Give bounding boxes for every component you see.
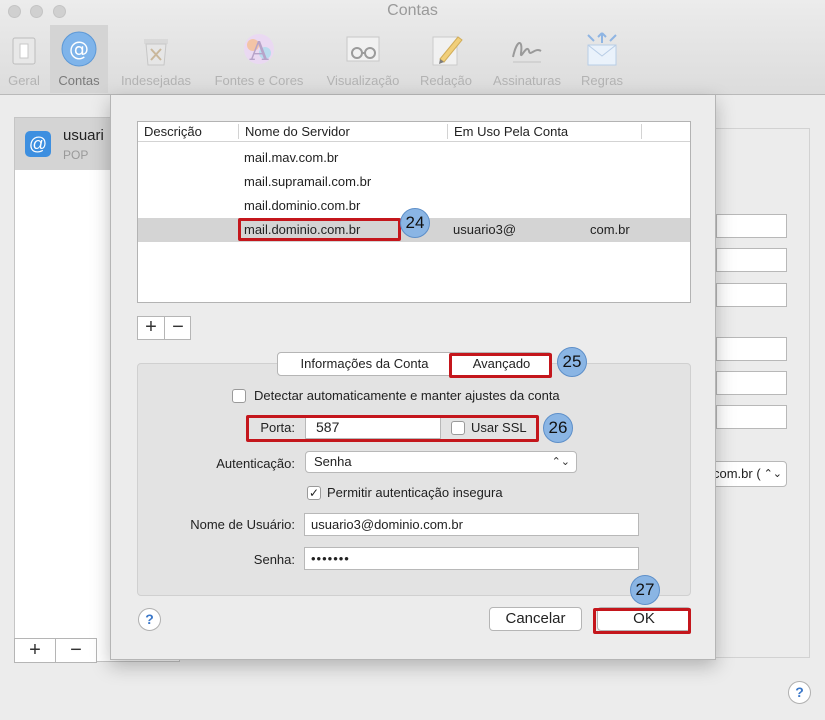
switch-icon [12, 37, 36, 65]
account-field[interactable] [716, 214, 787, 238]
pencil-icon [432, 36, 463, 66]
highlight-server-row [238, 218, 401, 241]
annotation-badge-24: 24 [400, 208, 430, 238]
account-field[interactable] [716, 405, 787, 429]
annotation-badge-25: 25 [557, 347, 587, 377]
table-row[interactable]: mail.supramail.com.br [138, 170, 690, 194]
remove-account-button[interactable]: − [55, 638, 97, 663]
select-arrows-icon: ⌃⌄ [551, 456, 570, 468]
toolbar-label: Contas [58, 73, 100, 88]
toolbar-label: Visualização [326, 73, 400, 88]
highlight-port-row [246, 415, 539, 442]
at-sign-icon: @ [25, 131, 51, 157]
password-label: Senha: [253, 552, 295, 567]
highlight-ok-button [593, 608, 691, 634]
toolbar-fontes-cores[interactable]: A Fontes e Cores [206, 25, 312, 93]
signature-icon [512, 42, 542, 63]
toolbar-visualizacao[interactable]: Visualização [318, 25, 408, 93]
add-account-button[interactable]: + [14, 638, 56, 663]
prefs-help-button[interactable]: ? [788, 681, 811, 704]
annotation-badge-26: 26 [543, 413, 573, 443]
column-header-description[interactable]: Descrição [144, 124, 202, 139]
window-title: Contas [387, 2, 438, 19]
toolbar-label: Assinaturas [493, 73, 561, 88]
account-type: POP [63, 148, 89, 162]
authentication-value: Senha [314, 454, 352, 469]
add-server-button[interactable]: + [138, 317, 164, 339]
cancel-button[interactable]: Cancelar [489, 607, 582, 631]
toolbar-label: Fontes e Cores [214, 73, 304, 88]
table-row[interactable]: mail.mav.com.br [138, 146, 690, 170]
svg-text:A: A [249, 37, 270, 67]
fonts-colors-icon: A [244, 34, 274, 67]
toolbar-label: Redação [419, 73, 473, 88]
toolbar-assinaturas[interactable]: Assinaturas [484, 25, 570, 93]
account-in-use-suffix: com.br [590, 222, 630, 237]
column-divider [447, 124, 448, 139]
account-name: usuari [63, 127, 104, 144]
authentication-select[interactable]: Senha ⌃⌄ [305, 451, 577, 473]
username-input[interactable]: usuario3@dominio.com.br [304, 513, 639, 536]
title-bar: Contas Geral @ Contas Indesejadas A Font… [0, 0, 825, 95]
auto-detect-label: Detectar automaticamente e manter ajuste… [254, 388, 560, 403]
account-field[interactable] [716, 283, 787, 307]
toolbar-redacao[interactable]: Redação [414, 25, 478, 93]
password-input[interactable]: ••••••• [304, 547, 639, 570]
server-list-buttons: + − [137, 316, 191, 340]
tab-account-info[interactable]: Informações da Conta [277, 352, 452, 376]
toolbar-regras[interactable]: Regras [574, 25, 630, 93]
account-in-use-prefix: usuario3@ [453, 222, 517, 237]
smtp-server-value: com.br ( [713, 466, 761, 481]
server-name: mail.supramail.com.br [244, 174, 372, 189]
at-sign-icon: @ [61, 31, 97, 67]
svg-text:@: @ [69, 37, 89, 61]
column-divider [641, 124, 642, 139]
account-field[interactable] [716, 371, 787, 395]
toolbar-label: Regras [581, 73, 623, 88]
auto-detect-checkbox[interactable] [232, 389, 246, 403]
account-field[interactable] [716, 248, 787, 272]
annotation-badge-27: 27 [630, 575, 660, 605]
highlight-advanced-tab [449, 353, 552, 378]
server-name: mail.dominio.com.br [244, 198, 361, 213]
toolbar-label: Indesejadas [120, 73, 192, 88]
username-label: Nome de Usuário: [190, 517, 295, 532]
toolbar-label: Geral [8, 73, 40, 88]
remove-server-button[interactable]: − [165, 317, 191, 339]
smtp-server-sheet: Descrição Nome do Servidor Em Uso Pela C… [110, 95, 716, 660]
server-name: mail.mav.com.br [244, 150, 339, 165]
toolbar-geral[interactable]: Geral [2, 25, 46, 93]
column-divider [238, 124, 239, 139]
table-header: Descrição Nome do Servidor Em Uso Pela C… [138, 122, 690, 142]
allow-insecure-label: Permitir autenticação insegura [327, 485, 503, 500]
column-header-account[interactable]: Em Uso Pela Conta [454, 124, 568, 139]
glasses-icon [346, 36, 380, 62]
help-button[interactable]: ? [138, 608, 161, 631]
select-arrows-icon: ⌃⌄ [763, 468, 782, 480]
toolbar-contas[interactable]: @ Contas [50, 25, 108, 93]
toolbar-indesejadas[interactable]: Indesejadas [112, 25, 200, 93]
column-header-server[interactable]: Nome do Servidor [245, 124, 350, 139]
account-field[interactable] [716, 337, 787, 361]
rules-icon [587, 32, 617, 66]
allow-insecure-checkbox[interactable]: ✓ [307, 486, 321, 500]
smtp-server-select[interactable]: com.br ( ⌃⌄ [710, 461, 787, 487]
trash-icon [144, 39, 168, 66]
authentication-label: Autenticação: [216, 456, 295, 471]
